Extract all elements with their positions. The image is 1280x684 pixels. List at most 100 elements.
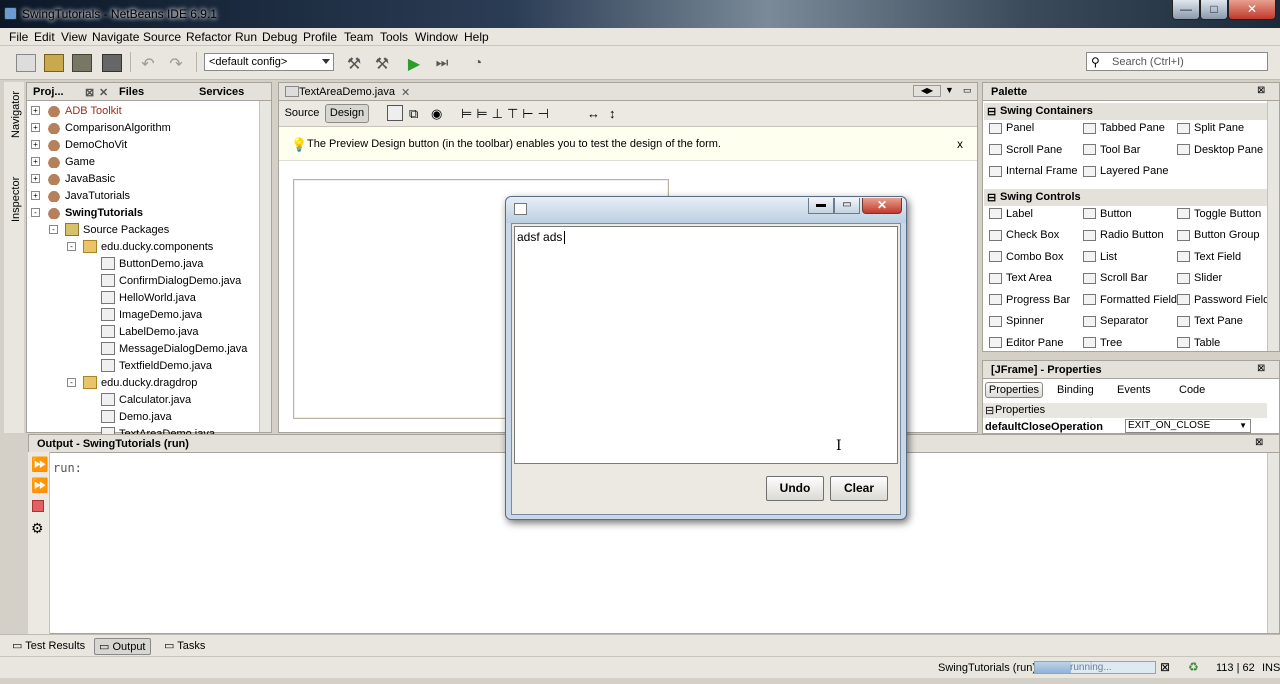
collapse-icon[interactable]: ⊟ [985, 404, 994, 417]
tab-properties[interactable]: Properties [985, 382, 1043, 398]
palette-item[interactable]: Label [989, 208, 1033, 220]
menu-tools[interactable]: Tools [380, 30, 408, 44]
palette-section-header[interactable]: ⊟ Swing Containers [984, 103, 1267, 120]
tree-item[interactable]: - Source Packages [49, 222, 269, 239]
tree-item[interactable]: - SwingTutorials [31, 205, 251, 222]
tree-item[interactable]: + Game [31, 154, 251, 171]
tree-item[interactable]: MessageDialogDemo.java [85, 341, 305, 358]
palette-item[interactable]: Button Group [1177, 229, 1259, 241]
palette-item[interactable]: Layered Pane [1083, 165, 1169, 177]
debug-icon[interactable]: ⏭ [432, 54, 452, 72]
settings-icon[interactable]: ⚙ [31, 520, 44, 537]
menu-window[interactable]: Window [415, 30, 458, 44]
config-select[interactable]: <default config> [204, 53, 334, 71]
tab-binding[interactable]: Binding [1057, 384, 1094, 396]
align-icons[interactable]: ⊨⊨⊥⊤⊢⊣ [461, 106, 553, 122]
palette-item[interactable]: List [1083, 251, 1117, 263]
tree-item[interactable]: ButtonDemo.java [85, 256, 305, 273]
tab-files[interactable]: Files [119, 86, 144, 98]
tree-item[interactable]: ImageDemo.java [85, 307, 305, 324]
tab-code[interactable]: Code [1179, 384, 1205, 396]
minimize-output-icon[interactable]: ⊠ [1255, 437, 1263, 448]
palette-item[interactable]: Scroll Bar [1083, 272, 1148, 284]
palette-item[interactable]: Text Pane [1177, 315, 1243, 327]
redo-icon[interactable]: ↷ [166, 54, 186, 73]
tree-item[interactable]: + JavaBasic [31, 171, 251, 188]
tab-services[interactable]: Services [199, 86, 244, 98]
maximize-editor-icon[interactable]: ▭ [963, 85, 972, 96]
tree-scrollbar[interactable] [259, 101, 271, 432]
palette-item[interactable]: Editor Pane [989, 337, 1063, 349]
stop-icon[interactable] [32, 500, 44, 512]
tree-item[interactable]: - edu.ducky.dragdrop [67, 375, 287, 392]
expand-icon[interactable]: + [31, 191, 40, 200]
palette-item[interactable]: Formatted Field [1083, 294, 1177, 306]
tree-item[interactable]: Calculator.java [85, 392, 305, 409]
tree-item[interactable]: + JavaTutorials [31, 188, 251, 205]
tab-tasks[interactable]: ▭ Tasks [160, 638, 209, 653]
dialog-minimize-button[interactable]: ▬ [808, 198, 834, 214]
tab-output[interactable]: ▭ Output [94, 638, 151, 655]
inspector-tab[interactable]: Inspector [10, 177, 22, 222]
expand-icon[interactable]: + [31, 106, 40, 115]
palette-item[interactable]: Desktop Pane [1177, 144, 1263, 156]
new-project-icon[interactable] [44, 54, 64, 72]
collapse-icon[interactable]: - [31, 208, 40, 217]
palette-item[interactable]: Progress Bar [989, 294, 1070, 306]
menu-profile[interactable]: Profile [303, 30, 337, 44]
tab-events[interactable]: Events [1117, 384, 1151, 396]
save-all-icon[interactable] [102, 54, 122, 72]
palette-item[interactable]: Text Area [989, 272, 1052, 284]
collapse-icon[interactable]: ⊟ [987, 191, 996, 204]
resize-vertical-icon[interactable]: ↕ [609, 106, 616, 121]
new-file-icon[interactable] [16, 54, 36, 72]
property-value-select[interactable]: EXIT_ON_CLOSE ▼ [1125, 419, 1251, 433]
tab-projects[interactable]: Proj... [33, 86, 64, 98]
rerun-icon[interactable]: ⏩ [31, 456, 48, 473]
close-window-button[interactable]: ✕ [1228, 0, 1276, 20]
minimize-properties-icon[interactable]: ⊠ [1257, 363, 1265, 374]
menu-team[interactable]: Team [344, 30, 373, 44]
clean-build-icon[interactable]: ⚒ [372, 54, 392, 73]
menu-debug[interactable]: Debug [262, 30, 297, 44]
dialog-title-bar[interactable]: ▬ ▭ ✕ [506, 197, 906, 223]
menu-source[interactable]: Source [143, 30, 181, 44]
preview-design-icon[interactable]: ◉ [431, 106, 442, 122]
palette-item[interactable]: Tabbed Pane [1083, 122, 1165, 134]
menu-run[interactable]: Run [235, 30, 257, 44]
palette-item[interactable]: Password Field [1177, 294, 1267, 306]
menu-navigate[interactable]: Navigate [92, 30, 139, 44]
palette-item[interactable]: Toggle Button [1177, 208, 1261, 220]
tree-item[interactable]: Demo.java [85, 409, 305, 426]
selection-mode-icon[interactable] [387, 105, 403, 121]
palette-item[interactable]: Internal Frame [989, 165, 1078, 177]
palette-section-header[interactable]: ⊟ Swing Controls [984, 188, 1267, 206]
tree-item[interactable]: + ComparisonAlgorithm [31, 120, 251, 137]
search-input[interactable]: ⚲ Search (Ctrl+I) [1086, 52, 1268, 71]
undo-icon[interactable]: ↶ [138, 54, 158, 73]
hint-close-button[interactable]: x [957, 137, 963, 151]
clear-button[interactable]: Clear [830, 476, 888, 501]
collapse-icon[interactable]: ⊟ [987, 105, 996, 118]
scroll-tabs-icon[interactable]: ◀▶ [913, 85, 941, 97]
palette-item[interactable]: Table [1177, 337, 1220, 349]
tab-close-icon[interactable]: ✕ [401, 86, 410, 99]
palette-item[interactable]: Scroll Pane [989, 144, 1062, 156]
tree-item[interactable]: TextfieldDemo.java [85, 358, 305, 375]
menu-view[interactable]: View [61, 30, 87, 44]
maximize-button[interactable]: □ [1200, 0, 1228, 20]
resize-horizontal-icon[interactable]: ↔ [587, 106, 600, 121]
menu-edit[interactable]: Edit [34, 30, 55, 44]
dialog-close-button[interactable]: ✕ [862, 198, 902, 214]
open-project-icon[interactable] [72, 54, 92, 72]
collapse-icon[interactable]: - [67, 378, 76, 387]
expand-icon[interactable]: + [31, 174, 40, 183]
palette-item[interactable]: Radio Button [1083, 229, 1164, 241]
output-scrollbar[interactable] [1267, 453, 1279, 633]
palette-item[interactable]: Panel [989, 122, 1034, 134]
palette-item[interactable]: Combo Box [989, 251, 1063, 263]
cancel-progress-icon[interactable]: ⊠ [1160, 660, 1170, 674]
run-play-icon[interactable]: ▶ [404, 54, 424, 73]
palette-item[interactable]: Spinner [989, 315, 1044, 327]
source-button[interactable]: Source [283, 104, 321, 123]
